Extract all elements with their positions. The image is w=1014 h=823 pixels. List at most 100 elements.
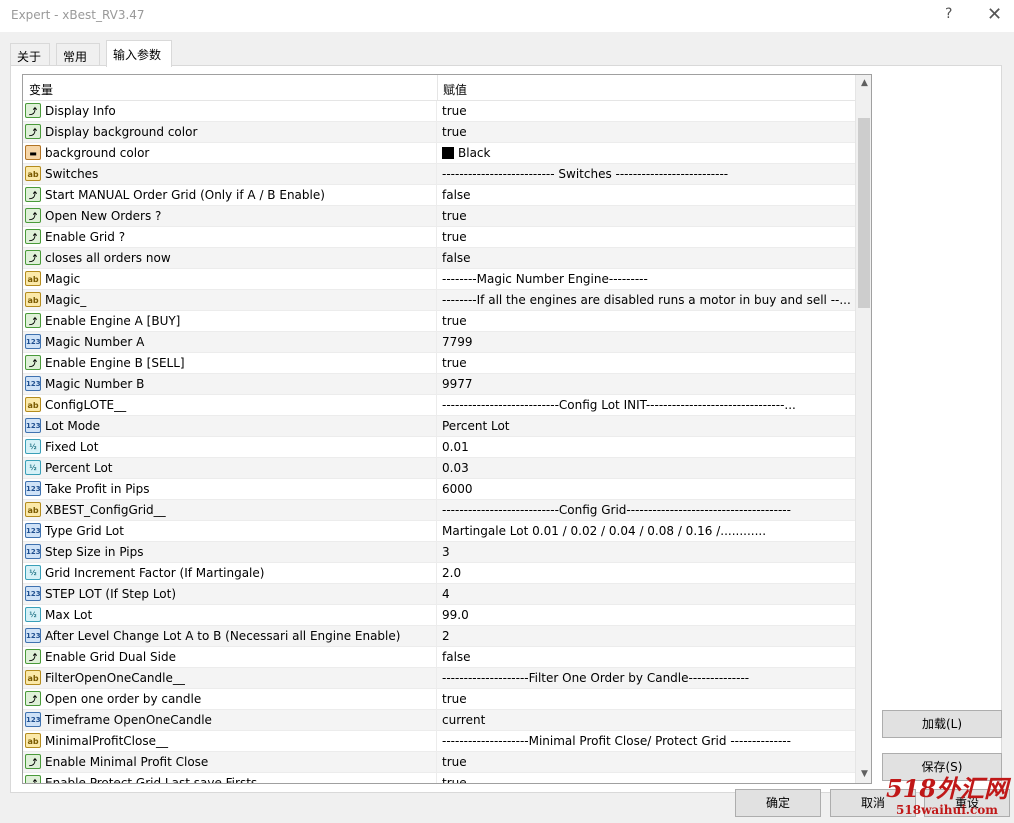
variable-cell[interactable]: ½ Max Lot bbox=[23, 605, 437, 625]
variable-cell[interactable]: ▬ background color bbox=[23, 143, 437, 163]
table-row[interactable]: ⤴ Enable Minimal Profit Close true bbox=[23, 752, 855, 773]
column-header-value[interactable]: 赋值 bbox=[443, 81, 467, 98]
table-row[interactable]: ⤴ Enable Grid ? true bbox=[23, 227, 855, 248]
table-row[interactable]: 123 Timeframe OpenOneCandle current bbox=[23, 710, 855, 731]
variable-cell[interactable]: ab FilterOpenOneCandle__ bbox=[23, 668, 437, 688]
value-cell[interactable]: 2 bbox=[438, 626, 854, 646]
table-row[interactable]: 123 Type Grid Lot Martingale Lot 0.01 / 0.… bbox=[23, 521, 855, 542]
value-cell[interactable]: Black bbox=[438, 143, 854, 163]
variable-cell[interactable]: ⤴ Enable Grid ? bbox=[23, 227, 437, 247]
value-cell[interactable]: true bbox=[438, 227, 854, 247]
value-cell[interactable]: --------------------Filter One Order by … bbox=[438, 668, 854, 688]
scroll-thumb[interactable] bbox=[858, 118, 870, 308]
column-header-variable[interactable]: 变量 bbox=[29, 81, 53, 98]
ok-button[interactable]: 确定 bbox=[735, 789, 821, 817]
variable-cell[interactable]: ab Switches bbox=[23, 164, 437, 184]
table-row[interactable]: ⤴ closes all orders now false bbox=[23, 248, 855, 269]
table-row[interactable]: ab MinimalProfitClose__ ------------------… bbox=[23, 731, 855, 752]
tab-inputs[interactable]: 输入参数 bbox=[106, 40, 172, 67]
table-row[interactable]: 123 Magic Number B 9977 bbox=[23, 374, 855, 395]
table-row[interactable]: 123 STEP LOT (If Step Lot) 4 bbox=[23, 584, 855, 605]
variable-cell[interactable]: 123 Take Profit in Pips bbox=[23, 479, 437, 499]
variable-cell[interactable]: ½ Percent Lot bbox=[23, 458, 437, 478]
table-row[interactable]: ⤴ Open one order by candle true bbox=[23, 689, 855, 710]
variable-cell[interactable]: 123 After Level Change Lot A to B (Necess… bbox=[23, 626, 437, 646]
variable-cell[interactable]: ab ConfigLOTE__ bbox=[23, 395, 437, 415]
table-row[interactable]: 123 After Level Change Lot A to B (Necess… bbox=[23, 626, 855, 647]
value-cell[interactable]: --------Magic Number Engine--------- bbox=[438, 269, 854, 289]
table-row[interactable]: ⤴ Open New Orders ? true bbox=[23, 206, 855, 227]
variable-cell[interactable]: ab Magic bbox=[23, 269, 437, 289]
table-row[interactable]: ½ Max Lot 99.0 bbox=[23, 605, 855, 626]
value-cell[interactable]: 4 bbox=[438, 584, 854, 604]
variable-cell[interactable]: ⤴ Enable Protect Grid Last save Firsts bbox=[23, 773, 437, 783]
table-row[interactable]: ½ Percent Lot 0.03 bbox=[23, 458, 855, 479]
variable-cell[interactable]: 123 Type Grid Lot bbox=[23, 521, 437, 541]
value-cell[interactable]: ---------------------------Config Lot IN… bbox=[438, 395, 854, 415]
variable-cell[interactable]: ⤴ Enable Engine B [SELL] bbox=[23, 353, 437, 373]
value-cell[interactable]: false bbox=[438, 185, 854, 205]
variable-cell[interactable]: 123 Step Size in Pips bbox=[23, 542, 437, 562]
value-cell[interactable]: 7799 bbox=[438, 332, 854, 352]
column-separator[interactable] bbox=[437, 75, 438, 101]
table-row[interactable]: ab ConfigLOTE__ --------------------------… bbox=[23, 395, 855, 416]
value-cell[interactable]: --------If all the engines are disabled … bbox=[438, 290, 854, 310]
value-cell[interactable]: -------------------------- Switches ----… bbox=[438, 164, 854, 184]
variable-cell[interactable]: ⤴ Enable Minimal Profit Close bbox=[23, 752, 437, 772]
load-button[interactable]: 加载(L) bbox=[882, 710, 1002, 738]
value-cell[interactable]: 0.01 bbox=[438, 437, 854, 457]
value-cell[interactable]: current bbox=[438, 710, 854, 730]
value-cell[interactable]: ---------------------------Config Grid--… bbox=[438, 500, 854, 520]
value-cell[interactable]: false bbox=[438, 248, 854, 268]
table-row[interactable]: ⤴ Start MANUAL Order Grid (Only if A / B … bbox=[23, 185, 855, 206]
variable-cell[interactable]: ⤴ Enable Engine A [BUY] bbox=[23, 311, 437, 331]
variable-cell[interactable]: ab Magic_ bbox=[23, 290, 437, 310]
table-row[interactable]: ab Magic_ --------If all the engines are d… bbox=[23, 290, 855, 311]
value-cell[interactable]: true bbox=[438, 689, 854, 709]
value-cell[interactable]: 9977 bbox=[438, 374, 854, 394]
tab-about[interactable]: 关于 bbox=[10, 43, 50, 66]
table-row[interactable]: ab Switches -------------------------- Swi… bbox=[23, 164, 855, 185]
variable-cell[interactable]: ⤴ closes all orders now bbox=[23, 248, 437, 268]
table-row[interactable]: ⤴ Enable Engine B [SELL] true bbox=[23, 353, 855, 374]
scroll-up-icon[interactable]: ▲ bbox=[856, 75, 871, 92]
table-row[interactable]: ▬ background color Black bbox=[23, 143, 855, 164]
value-cell[interactable]: 2.0 bbox=[438, 563, 854, 583]
value-cell[interactable]: false bbox=[438, 647, 854, 667]
table-row[interactable]: 123 Lot Mode Percent Lot bbox=[23, 416, 855, 437]
value-cell[interactable]: true bbox=[438, 773, 854, 783]
value-cell[interactable]: true bbox=[438, 353, 854, 373]
value-cell[interactable]: 6000 bbox=[438, 479, 854, 499]
value-cell[interactable]: true bbox=[438, 101, 854, 121]
variable-cell[interactable]: ½ Grid Increment Factor (If Martingale) bbox=[23, 563, 437, 583]
scroll-down-icon[interactable]: ▼ bbox=[856, 766, 871, 783]
table-row[interactable]: ⤴ Display Info true bbox=[23, 101, 855, 122]
table-row[interactable]: ½ Fixed Lot 0.01 bbox=[23, 437, 855, 458]
variable-cell[interactable]: ⤴ Display Info bbox=[23, 101, 437, 121]
variable-cell[interactable]: ½ Fixed Lot bbox=[23, 437, 437, 457]
variable-cell[interactable]: ab MinimalProfitClose__ bbox=[23, 731, 437, 751]
variable-cell[interactable]: ⤴ Open one order by candle bbox=[23, 689, 437, 709]
variable-cell[interactable]: ⤴ Display background color bbox=[23, 122, 437, 142]
variable-cell[interactable]: 123 STEP LOT (If Step Lot) bbox=[23, 584, 437, 604]
variable-cell[interactable]: ⤴ Enable Grid Dual Side bbox=[23, 647, 437, 667]
table-row[interactable]: ⤴ Enable Protect Grid Last save Firsts tru… bbox=[23, 773, 855, 783]
variable-cell[interactable]: 123 Magic Number A bbox=[23, 332, 437, 352]
variable-cell[interactable]: 123 Lot Mode bbox=[23, 416, 437, 436]
value-cell[interactable]: 0.03 bbox=[438, 458, 854, 478]
vertical-scrollbar[interactable]: ▲ ▼ bbox=[855, 75, 871, 783]
value-cell[interactable]: Martingale Lot 0.01 / 0.02 / 0.04 / 0.08… bbox=[438, 521, 854, 541]
variable-cell[interactable]: 123 Magic Number B bbox=[23, 374, 437, 394]
variable-cell[interactable]: ⤴ Open New Orders ? bbox=[23, 206, 437, 226]
variable-cell[interactable]: ⤴ Start MANUAL Order Grid (Only if A / B … bbox=[23, 185, 437, 205]
table-row[interactable]: ab FilterOpenOneCandle__ -----------------… bbox=[23, 668, 855, 689]
table-row[interactable]: ½ Grid Increment Factor (If Martingale) 2.… bbox=[23, 563, 855, 584]
table-row[interactable]: 123 Take Profit in Pips 6000 bbox=[23, 479, 855, 500]
variable-cell[interactable]: ab XBEST_ConfigGrid__ bbox=[23, 500, 437, 520]
table-row[interactable]: ⤴ Enable Engine A [BUY] true bbox=[23, 311, 855, 332]
value-cell[interactable]: Percent Lot bbox=[438, 416, 854, 436]
table-row[interactable]: ab Magic --------Magic Number Engine------… bbox=[23, 269, 855, 290]
table-row[interactable]: ⤴ Enable Grid Dual Side false bbox=[23, 647, 855, 668]
value-cell[interactable]: true bbox=[438, 311, 854, 331]
variable-cell[interactable]: 123 Timeframe OpenOneCandle bbox=[23, 710, 437, 730]
